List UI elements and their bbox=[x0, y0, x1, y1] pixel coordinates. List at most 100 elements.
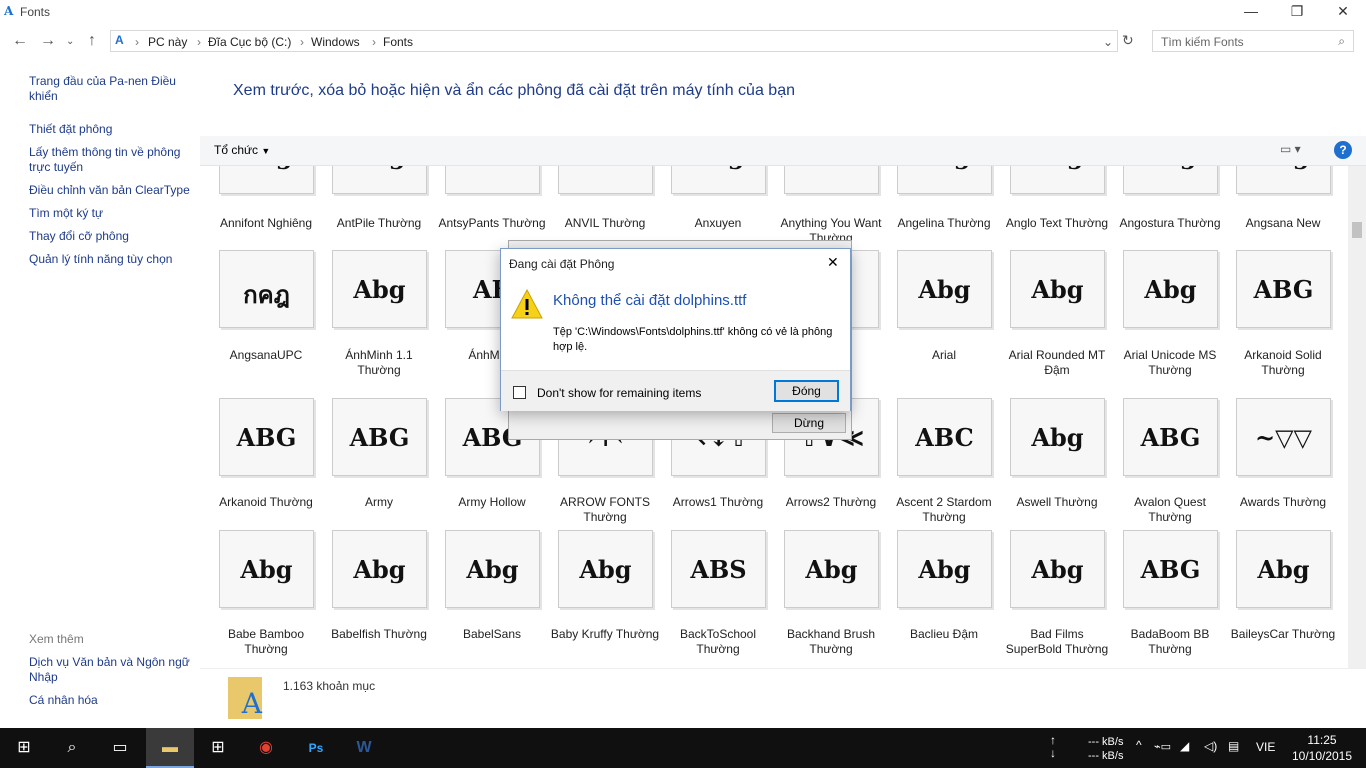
word-icon[interactable]: W bbox=[340, 728, 388, 768]
font-name[interactable]: Arkanoid Solid Thường bbox=[1228, 348, 1338, 378]
vertical-scrollbar[interactable] bbox=[1348, 166, 1366, 668]
back-arrow-icon[interactable]: ← bbox=[12, 32, 28, 50]
sidebar-link-control-panel-home[interactable]: Trang đầu của Pa-nen Điều khiển bbox=[29, 74, 194, 104]
font-tile[interactable]: ABG bbox=[332, 398, 427, 476]
address-bar[interactable]: A › PC này › Đĩa Cục bộ (C:) › Windows ›… bbox=[110, 30, 1118, 52]
font-name[interactable]: Arial Unicode MS Thường bbox=[1115, 348, 1225, 378]
forward-arrow-icon[interactable]: → bbox=[40, 32, 56, 50]
font-tile[interactable]: Abg bbox=[1010, 398, 1105, 476]
sidebar-link-font-settings[interactable]: Thiết đặt phông bbox=[29, 122, 194, 137]
breadcrumb-drive[interactable]: Đĩa Cục bộ (C:) bbox=[208, 35, 291, 49]
minimize-button[interactable]: — bbox=[1228, 0, 1274, 24]
font-name[interactable]: ÁnhMinh 1.1 Thường bbox=[324, 348, 434, 378]
font-name[interactable]: ARROW FONTS Thường bbox=[550, 495, 660, 525]
font-name[interactable]: Arial bbox=[889, 348, 999, 363]
font-name[interactable]: Babelfish Thường bbox=[324, 627, 434, 642]
font-name[interactable]: Angostura Thường bbox=[1115, 216, 1225, 231]
font-tile[interactable]: Abg bbox=[558, 530, 653, 608]
font-tile[interactable]: ABG bbox=[1123, 398, 1218, 476]
font-tile[interactable]: ABG bbox=[219, 398, 314, 476]
font-tile[interactable]: Abg bbox=[332, 530, 427, 608]
clock[interactable]: 11:25 10/10/2015 bbox=[1290, 732, 1354, 764]
close-ok-button[interactable]: Đóng bbox=[774, 380, 839, 402]
font-tile[interactable]: ABG bbox=[558, 166, 653, 194]
font-name[interactable]: Awards Thường bbox=[1228, 495, 1338, 510]
font-name[interactable]: BadaBoom BB Thường bbox=[1115, 627, 1225, 657]
file-explorer-icon[interactable]: ▬ bbox=[146, 728, 194, 768]
font-name[interactable]: Army bbox=[324, 495, 434, 510]
font-name[interactable]: Angsana New bbox=[1228, 216, 1338, 231]
up-arrow-icon[interactable]: ↑ bbox=[88, 32, 96, 50]
font-tile[interactable]: Abg bbox=[897, 250, 992, 328]
sidebar-link-text-services[interactable]: Dịch vụ Văn bản và Ngôn ngữ Nhập bbox=[29, 655, 194, 685]
sidebar-link-cleartype[interactable]: Điều chỉnh văn bản ClearType bbox=[29, 183, 194, 198]
font-tile[interactable]: Abg bbox=[1010, 250, 1105, 328]
font-tile[interactable]: ABS bbox=[671, 530, 766, 608]
font-name[interactable]: Annifont Nghiêng bbox=[211, 216, 321, 231]
font-name[interactable]: BackToSchool Thường bbox=[663, 627, 773, 657]
font-tile[interactable]: ABG bbox=[784, 166, 879, 194]
font-name[interactable]: BaileysCar Thường bbox=[1228, 627, 1338, 642]
font-name[interactable]: Arkanoid Thường bbox=[211, 495, 321, 510]
font-tile[interactable]: Abg bbox=[897, 166, 992, 194]
breadcrumb-windows[interactable]: Windows bbox=[311, 35, 360, 49]
font-tile[interactable]: Abg bbox=[1236, 530, 1331, 608]
store-icon[interactable]: ⊞ bbox=[194, 728, 242, 768]
language-indicator[interactable]: VIE bbox=[1256, 740, 1275, 754]
chrome-icon[interactable]: ◉ bbox=[242, 728, 290, 768]
font-tile[interactable]: ABG bbox=[1236, 250, 1331, 328]
font-name[interactable]: Arrows1 Thường bbox=[663, 495, 773, 510]
close-window-button[interactable]: ✕ bbox=[1320, 0, 1366, 24]
scrollbar-thumb[interactable] bbox=[1352, 222, 1362, 238]
font-tile[interactable]: Abg bbox=[219, 530, 314, 608]
font-name[interactable]: Baclieu Đậm bbox=[889, 627, 999, 642]
font-tile[interactable]: Abg bbox=[1236, 166, 1331, 194]
font-tile[interactable]: Abg bbox=[332, 250, 427, 328]
start-windows-icon[interactable]: ⊞ bbox=[0, 728, 48, 768]
dialog-close-button[interactable]: ✕ bbox=[827, 254, 839, 271]
font-tile[interactable]: ~▽▽ bbox=[1236, 398, 1331, 476]
wifi-icon[interactable]: ◢ bbox=[1180, 739, 1189, 753]
refresh-icon[interactable]: ↻ bbox=[1122, 32, 1134, 49]
font-tile[interactable]: Abg bbox=[897, 530, 992, 608]
help-icon[interactable]: ? bbox=[1334, 141, 1352, 159]
font-name[interactable]: BabelSans bbox=[437, 627, 547, 642]
font-name[interactable]: AntsyPants Thường bbox=[437, 216, 547, 231]
volume-icon[interactable]: ◁) bbox=[1204, 739, 1217, 753]
font-name[interactable]: AngsanaUPC bbox=[211, 348, 321, 363]
sidebar-link-optional-features[interactable]: Quản lý tính năng tùy chọn bbox=[29, 252, 194, 267]
font-name[interactable]: Ascent 2 Stardom Thường bbox=[889, 495, 999, 525]
font-name[interactable]: Arial Rounded MT Đậm bbox=[1002, 348, 1112, 378]
font-tile[interactable]: Abg bbox=[1010, 530, 1105, 608]
sidebar-link-change-font-size[interactable]: Thay đổi cỡ phông bbox=[29, 229, 194, 244]
photoshop-icon[interactable]: Ps bbox=[292, 728, 340, 768]
font-name[interactable]: Arrows2 Thường bbox=[776, 495, 886, 510]
font-tile[interactable]: Abg bbox=[671, 166, 766, 194]
maximize-button[interactable]: ❐ bbox=[1274, 0, 1320, 24]
font-tile[interactable]: Abg bbox=[332, 166, 427, 194]
dont-show-label[interactable]: Don't show for remaining items bbox=[537, 386, 701, 400]
address-dropdown-icon[interactable]: ⌄ bbox=[1103, 35, 1113, 49]
task-view-icon[interactable]: ▭ bbox=[96, 728, 144, 768]
font-name[interactable]: Avalon Quest Thường bbox=[1115, 495, 1225, 525]
breadcrumb-pc[interactable]: PC này bbox=[148, 35, 187, 49]
stop-button[interactable]: Dừng bbox=[772, 413, 846, 433]
font-name[interactable]: Anglo Text Thường bbox=[1002, 216, 1112, 231]
font-name[interactable]: AntPile Thường bbox=[324, 216, 434, 231]
font-name[interactable]: Angelina Thường bbox=[889, 216, 999, 231]
search-input[interactable]: Tìm kiếm Fonts ⌕ bbox=[1152, 30, 1354, 52]
font-tile[interactable]: Abg bbox=[445, 530, 540, 608]
font-tile[interactable]: Abg bbox=[784, 530, 879, 608]
sidebar-link-get-more-fonts[interactable]: Lấy thêm thông tin về phông trực tuyến bbox=[29, 145, 194, 175]
font-name[interactable]: Army Hollow bbox=[437, 495, 547, 510]
font-tile[interactable]: ABG bbox=[445, 166, 540, 194]
font-tile[interactable]: Abg bbox=[1010, 166, 1105, 194]
font-tile[interactable]: Abg bbox=[1123, 166, 1218, 194]
breadcrumb-fonts[interactable]: Fonts bbox=[383, 35, 413, 49]
font-name[interactable]: Babe Bamboo Thường bbox=[211, 627, 321, 657]
sidebar-link-find-character[interactable]: Tìm một ký tự bbox=[29, 206, 194, 221]
search-icon[interactable]: ⌕ bbox=[48, 728, 96, 768]
font-name[interactable]: Baby Kruffy Thường bbox=[550, 627, 660, 642]
font-tile[interactable]: Abg bbox=[219, 166, 314, 194]
action-center-icon[interactable]: ▤ bbox=[1228, 739, 1239, 753]
